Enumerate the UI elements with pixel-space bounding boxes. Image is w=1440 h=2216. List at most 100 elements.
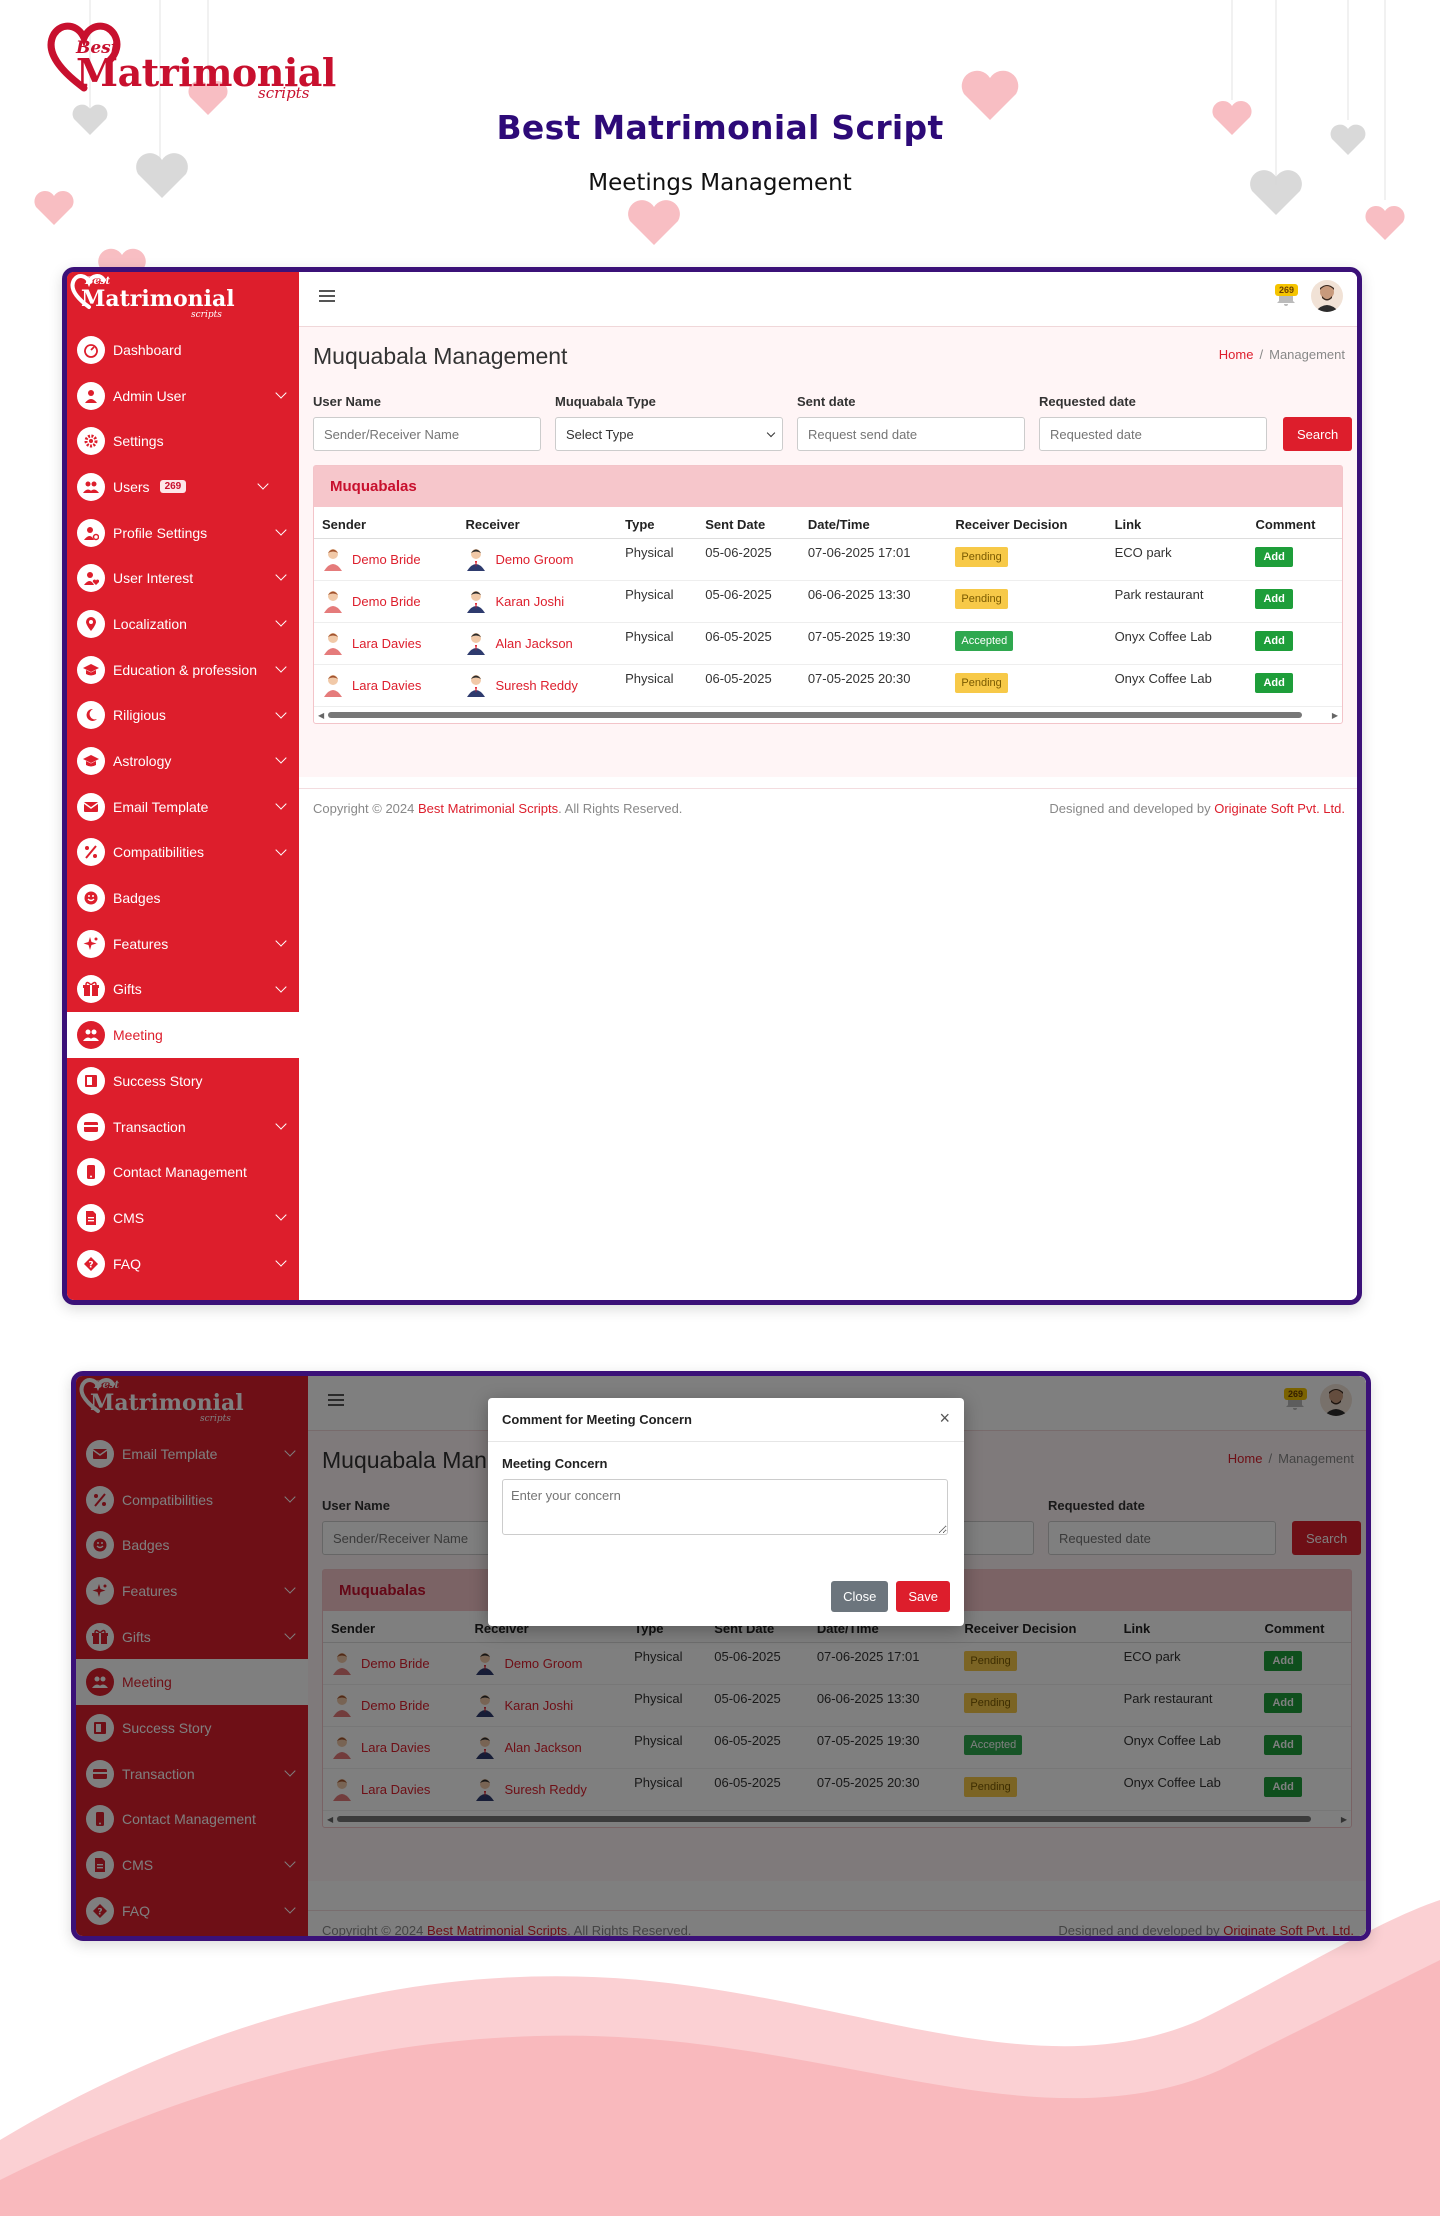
horizontal-scrollbar[interactable]: ◀ ▶ [314,707,1342,723]
notification-bell[interactable]: 269 [1275,284,1299,313]
sidebar-item-success-story[interactable]: Success Story [67,1058,299,1104]
scroll-thumb[interactable] [328,712,1302,718]
sidebar-item-meeting[interactable]: Meeting [67,1012,299,1058]
user-name-input[interactable] [313,417,541,451]
brand-scripts: scripts [191,310,222,320]
receiver-cell: Alan Jackson [457,622,618,665]
sender-name: Demo Bride [352,593,421,609]
main-panel: 269 Muquabala Management Home / Management… [299,272,1357,1300]
comment-cell: Add [1247,622,1342,665]
chevron-down-icon[interactable] [275,615,287,627]
save-button[interactable]: Save [896,1581,950,1612]
sender-link[interactable]: Lara Davies [322,673,421,697]
receiver-link[interactable]: Karan Joshi [465,589,564,613]
copyright-suffix: . All Rights Reserved. [558,801,683,816]
sidebar: Best Matrimonial scripts Dashboard Admin … [67,272,299,1300]
religion-icon [77,701,105,730]
sidebar-item-transaction[interactable]: Transaction [67,1104,299,1150]
chevron-down-icon[interactable] [275,387,287,399]
sidebar-item-user-interest[interactable]: User Interest [67,555,299,601]
chevron-down-icon[interactable] [275,935,287,947]
sidebar-item-compatibilities[interactable]: Compatibilities [67,830,299,876]
type-cell: Physical [617,580,698,623]
sender-link[interactable]: Demo Bride [322,547,421,571]
sent-date-cell: 05-06-2025 [697,538,800,581]
sender-name: Demo Bride [352,551,421,567]
datetime-cell: 07-05-2025 20:30 [799,664,948,707]
sender-link[interactable]: Lara Davies [322,631,421,655]
add-comment-button[interactable]: Add [1255,631,1293,651]
footer-brand-link[interactable]: Best Matrimonial Scripts [418,801,558,816]
sidebar-item-gifts[interactable]: Gifts [67,967,299,1013]
add-comment-button[interactable]: Add [1255,547,1293,567]
sidebar-item-label: Badges [113,890,161,907]
chevron-down-icon[interactable] [275,661,287,673]
svg-text:?: ? [88,1260,93,1270]
link-cell: ECO park [1106,538,1248,581]
search-button[interactable]: Search [1283,417,1353,451]
sender-cell: Lara Davies [314,622,458,665]
chevron-down-icon[interactable] [275,798,287,810]
add-comment-button[interactable]: Add [1255,673,1293,693]
receiver-link[interactable]: Alan Jackson [465,631,573,655]
sidebar-item-label: CMS [113,1209,145,1226]
chevron-down-icon[interactable] [275,524,287,536]
hero-title: Best Matrimonial Script [496,108,944,147]
chevron-down-icon[interactable] [275,980,287,993]
requested-date-input[interactable] [1039,417,1267,451]
sidebar-item-users[interactable]: Users 269 [67,464,299,510]
hero-subtitle: Meetings Management [588,170,852,196]
brand-logo: Best Matrimonial scripts [44,18,336,104]
sidebar-item-label: Dashboard [113,341,182,358]
meeting-icon [77,1021,105,1050]
status-badge: Pending [955,673,1008,693]
sender-link[interactable]: Demo Bride [322,589,421,613]
scroll-right-icon[interactable]: ▶ [1332,711,1338,720]
sidebar-item-label: Meeting [113,1027,163,1044]
chevron-down-icon[interactable] [275,569,287,582]
sidebar-item-astrology[interactable]: Astrology [67,738,299,784]
meeting-concern-label: Meeting Concern [502,1456,608,1471]
table-header-row: SenderReceiverTypeSent DateDate/TimeRece… [314,507,1342,539]
column-header-type: Type [617,507,698,539]
add-comment-button[interactable]: Add [1255,589,1293,609]
sent-date-input[interactable] [797,417,1025,451]
muquabala-type-select[interactable]: Select Type [555,417,783,451]
avatar[interactable] [1311,280,1343,312]
sidebar-item-faq[interactable]: ? FAQ [67,1241,299,1287]
sidebar-item-localization[interactable]: Localization [67,601,299,647]
chevron-down-icon[interactable] [275,1118,287,1130]
scroll-left-icon[interactable]: ◀ [318,711,324,720]
sidebar-item-settings[interactable]: Settings [67,418,299,464]
sidebar-item-badges[interactable]: Badges [67,875,299,921]
hamburger-icon[interactable] [319,290,335,304]
sidebar-item-admin-user[interactable]: Admin User [67,373,299,419]
receiver-link[interactable]: Suresh Reddy [465,673,578,697]
sidebar-item-education-profession[interactable]: Education & profession [67,647,299,693]
sidebar-item-label: Features [113,935,169,952]
sidebar-logo[interactable]: Best Matrimonial scripts [67,272,299,327]
close-icon[interactable]: × [939,1408,950,1429]
sidebar-item-profile-settings[interactable]: Profile Settings [67,510,299,556]
sidebar-item-riligious[interactable]: Riligious [67,693,299,739]
meeting-concern-textarea[interactable] [502,1479,948,1535]
sidebar-item-cms[interactable]: CMS [67,1195,299,1241]
table-row: Demo Bride Demo Groom Physical05-06-202507… [314,538,1342,581]
sidebar-item-label: Riligious [113,707,166,724]
receiver-cell: Demo Groom [457,538,618,581]
chevron-down-icon[interactable] [275,1209,287,1221]
chevron-down-icon[interactable] [275,1255,287,1267]
sidebar-item-email-template[interactable]: Email Template [67,784,299,830]
footer-company-link[interactable]: Originate Soft Pvt. Ltd. [1214,801,1345,816]
breadcrumb-home[interactable]: Home [1219,347,1254,362]
close-button[interactable]: Close [831,1581,889,1612]
chevron-down-icon[interactable] [257,478,269,490]
sidebar-item-dashboard[interactable]: Dashboard [67,327,299,373]
sidebar-item-contact-management[interactable]: Contact Management [67,1149,299,1195]
receiver-link[interactable]: Demo Groom [465,547,574,571]
sidebar-item-features[interactable]: Features [67,921,299,967]
chevron-down-icon[interactable] [275,706,287,719]
chevron-down-icon[interactable] [275,752,287,764]
chevron-down-icon[interactable] [275,843,287,856]
groom-avatar-icon [467,633,486,655]
